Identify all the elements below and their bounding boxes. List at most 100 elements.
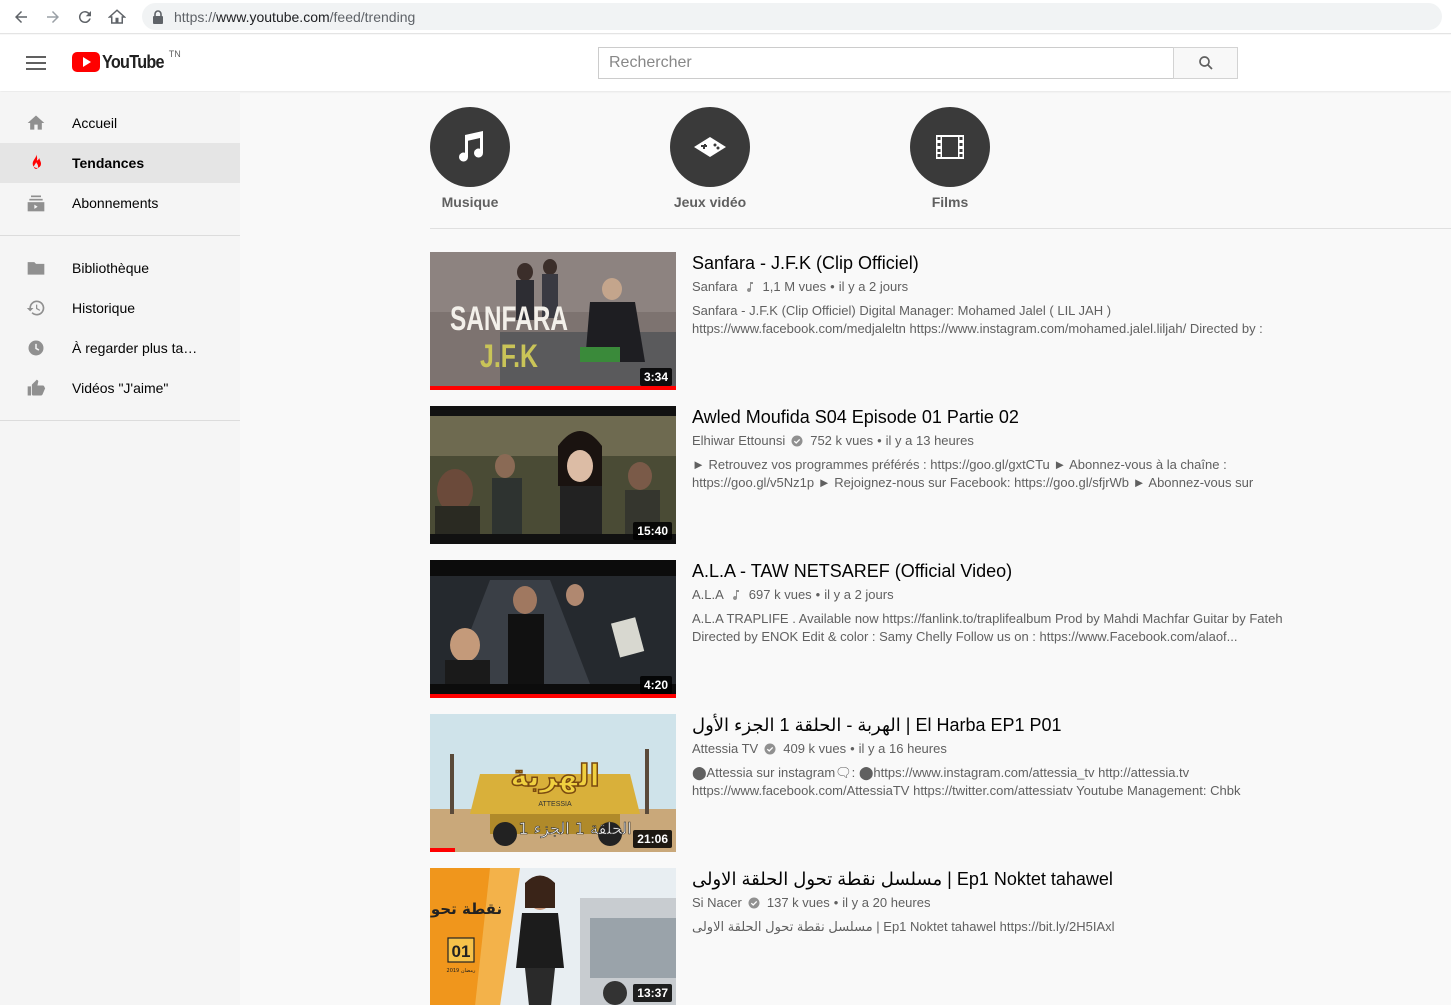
view-count: 752 k vues xyxy=(810,433,874,448)
music-note-icon xyxy=(730,589,742,601)
category-circle xyxy=(910,107,990,187)
reload-icon xyxy=(78,10,91,23)
video-duration: 13:37 xyxy=(633,984,672,1002)
sidebar-item-label: Abonnements xyxy=(72,195,159,211)
sidebar-item-history[interactable]: Historique xyxy=(0,288,240,328)
video-meta: Sanfara 1,1 M vues • il y a 2 jours xyxy=(692,279,1432,294)
channel-name[interactable]: Si Nacer xyxy=(692,895,742,910)
channel-name[interactable]: A.L.A xyxy=(692,587,724,602)
thumbnail-subtitle-text: الحلقة 1 الجزء 1 xyxy=(518,819,631,839)
view-count: 697 k vues xyxy=(748,587,812,602)
category-movies[interactable]: Films xyxy=(890,107,1010,210)
address-bar[interactable]: https://www.youtube.com/feed/trending xyxy=(142,3,1442,30)
masthead: YouTube TN xyxy=(0,35,1451,91)
logo-wordmark: YouTube xyxy=(102,52,165,72)
reload-button[interactable] xyxy=(74,6,96,28)
home-icon xyxy=(24,111,48,135)
meta-separator: • xyxy=(877,433,882,448)
channel-name[interactable]: Sanfara xyxy=(692,279,738,294)
arrow-left-icon xyxy=(15,10,27,23)
subscriptions-icon xyxy=(24,191,48,215)
search-input[interactable] xyxy=(598,47,1174,79)
sidebar-main-section: Accueil Tendances Abonnements xyxy=(0,92,240,223)
category-music[interactable]: Musique xyxy=(410,107,530,210)
channel-name[interactable]: Attessia TV xyxy=(692,741,758,756)
channel-name[interactable]: Elhiwar Ettounsi xyxy=(692,433,785,448)
upload-age: il y a 2 jours xyxy=(824,587,894,602)
thumbnail-episode-text: 01 xyxy=(452,942,471,961)
category-label: Films xyxy=(931,194,969,210)
youtube-logo[interactable]: YouTube TN xyxy=(72,49,181,73)
video-title[interactable]: الهربة - الحلقة 1 الجزء الأول | El Harba… xyxy=(692,713,1432,737)
upload-age: il y a 16 heures xyxy=(858,741,947,756)
sidebar-item-home[interactable]: Accueil xyxy=(0,103,240,143)
play-icon xyxy=(72,52,100,72)
sidebar-item-label: À regarder plus ta… xyxy=(72,340,198,356)
description-line: Directed by ENOK Edit & color : Samy Che… xyxy=(692,629,1238,644)
video-description: مسلسل نقطة تحول الحلقة الاولى | Ep1 Nokt… xyxy=(692,918,1432,936)
back-button[interactable] xyxy=(10,6,32,28)
view-count: 1,1 M vues xyxy=(762,279,827,294)
verified-icon xyxy=(748,897,760,909)
video-title[interactable]: Sanfara - J.F.K (Clip Officiel) xyxy=(692,251,1432,275)
forward-button[interactable] xyxy=(42,6,64,28)
home-outline-icon xyxy=(108,8,126,24)
search-button[interactable] xyxy=(1173,47,1238,79)
thumbnail-season-text: رمضان 2019 xyxy=(447,968,477,974)
guide-sidebar: Accueil Tendances Abonnements Bibliothèq… xyxy=(0,92,240,1005)
video-item: الهربة ATTESSIA الحلقة 1 الجزء 1 21:06 ا… xyxy=(430,714,1430,852)
video-info: Sanfara - J.F.K (Clip Officiel) Sanfara … xyxy=(692,252,1432,338)
description-line: https://www.facebook.com/AttessiaTV http… xyxy=(692,783,1241,798)
video-info: A.L.A - TAW NETSAREF (Official Video) A.… xyxy=(692,560,1432,646)
video-title[interactable]: A.L.A - TAW NETSAREF (Official Video) xyxy=(692,559,1432,583)
video-info: Awled Moufida S04 Episode 01 Partie 02 E… xyxy=(692,406,1432,492)
description-line: https://goo.gl/v5Nz1p ► Rejoignez-nous s… xyxy=(692,475,1254,490)
description-line: ► Retrouvez vos programmes préférés : ht… xyxy=(692,457,1227,472)
video-thumbnail[interactable]: 4:20 xyxy=(430,560,676,698)
video-thumbnail[interactable]: الهربة ATTESSIA الحلقة 1 الجزء 1 21:06 xyxy=(430,714,676,852)
thumbnail-subtitle-text: J.F.K xyxy=(480,338,538,374)
home-button[interactable] xyxy=(106,6,128,28)
description-line: A.L.A TRAPLIFE . Available now https://f… xyxy=(692,611,1283,626)
sidebar-item-liked-videos[interactable]: Vidéos "J'aime" xyxy=(0,368,240,408)
guide-menu-button[interactable] xyxy=(24,51,48,75)
category-circle xyxy=(430,107,510,187)
thumbs-up-icon xyxy=(24,376,48,400)
upload-age: il y a 2 jours xyxy=(838,279,909,294)
description-line: مسلسل نقطة تحول الحلقة الاولى | Ep1 Nokt… xyxy=(692,919,1115,934)
country-code: TN xyxy=(168,49,181,59)
video-item: 15:40 Awled Moufida S04 Episode 01 Parti… xyxy=(430,406,1430,544)
video-description: ► Retrouvez vos programmes préférés : ht… xyxy=(692,456,1432,492)
video-thumbnail[interactable]: 15:40 xyxy=(430,406,676,544)
video-thumbnail[interactable]: SANFARA J.F.K 3:34 xyxy=(430,252,676,390)
gamepad-icon xyxy=(694,137,726,157)
history-icon xyxy=(24,296,48,320)
video-title[interactable]: Awled Moufida S04 Episode 01 Partie 02 xyxy=(692,405,1432,429)
sidebar-divider xyxy=(0,235,240,236)
video-meta: A.L.A 697 k vues • il y a 2 jours xyxy=(692,587,1432,602)
video-title[interactable]: مسلسل نقطة تحول الحلقة الاولى | Ep1 Nokt… xyxy=(692,867,1432,891)
sidebar-item-label: Vidéos "J'aime" xyxy=(72,380,169,396)
video-meta: Si Nacer 137 k vues • il y a 20 heures xyxy=(692,895,1432,910)
sidebar-item-library[interactable]: Bibliothèque xyxy=(0,248,240,288)
video-description: ⬤Attessia sur instagram🗨: ⬤https://www.i… xyxy=(692,764,1432,800)
meta-separator: • xyxy=(830,279,835,294)
video-item: نقطة تحول 01 رمضان 2019 13:37 مسلسل نقطة… xyxy=(430,868,1430,1005)
verified-icon xyxy=(791,435,803,447)
sidebar-item-trending[interactable]: Tendances xyxy=(0,143,240,183)
description-line: https://www.facebook.com/medjaleltn http… xyxy=(692,321,1263,336)
thumbnail-title-text: الهربة xyxy=(510,759,599,794)
video-thumbnail[interactable]: نقطة تحول 01 رمضان 2019 13:37 xyxy=(430,868,676,1005)
trending-categories: Musique Jeux vidéo Films xyxy=(430,107,1451,229)
browser-toolbar: https://www.youtube.com/feed/trending xyxy=(0,0,1451,34)
category-gaming[interactable]: Jeux vidéo xyxy=(650,107,770,210)
meta-separator: • xyxy=(815,587,821,602)
film-icon xyxy=(936,135,964,159)
watch-progress-bar xyxy=(430,848,455,852)
sidebar-item-subscriptions[interactable]: Abonnements xyxy=(0,183,240,223)
category-label: Musique xyxy=(441,194,499,210)
view-count: 137 k vues xyxy=(766,895,830,910)
sidebar-divider xyxy=(0,420,240,421)
description-line: ⬤Attessia sur instagram🗨: ⬤https://www.i… xyxy=(692,765,1190,780)
sidebar-item-watch-later[interactable]: À regarder plus ta… xyxy=(0,328,240,368)
